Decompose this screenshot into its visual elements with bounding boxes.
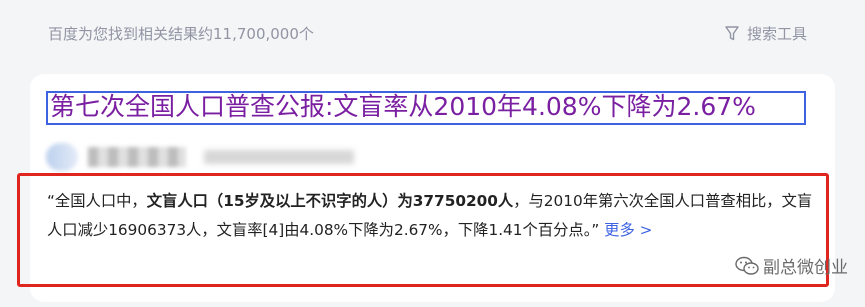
snippet-text-start: “全国人口中， [47, 192, 147, 210]
watermark: 副总微创业 [735, 253, 848, 278]
snippet-bold-text: 文盲人口（15岁及以上不识字的人）为37750200人 [146, 192, 514, 210]
search-tools-label: 搜索工具 [746, 25, 807, 43]
watermark-text: 副总微创业 [763, 258, 848, 278]
results-toolbar: 百度为您找到相关结果约11,700,000个 搜索工具 [0, 0, 865, 60]
more-link[interactable]: 更多 > [604, 221, 652, 239]
blurred-site-name [88, 147, 186, 167]
wechat-icon [735, 256, 759, 275]
result-title-link[interactable]: 第七次全国人口普查公报:文盲率从2010年4.08%下降为2.67% [50, 92, 756, 122]
site-logo [46, 143, 78, 171]
filter-icon [725, 26, 739, 41]
search-tools-button[interactable]: 搜索工具 [725, 23, 807, 44]
blurred-site-url [204, 150, 354, 164]
result-snippet: “全国人口中，文盲人口（15岁及以上不识字的人）为37750200人，与2010… [47, 187, 817, 245]
result-count-text: 百度为您找到相关结果约11,700,000个 [48, 25, 314, 43]
result-source-row[interactable] [46, 140, 354, 174]
